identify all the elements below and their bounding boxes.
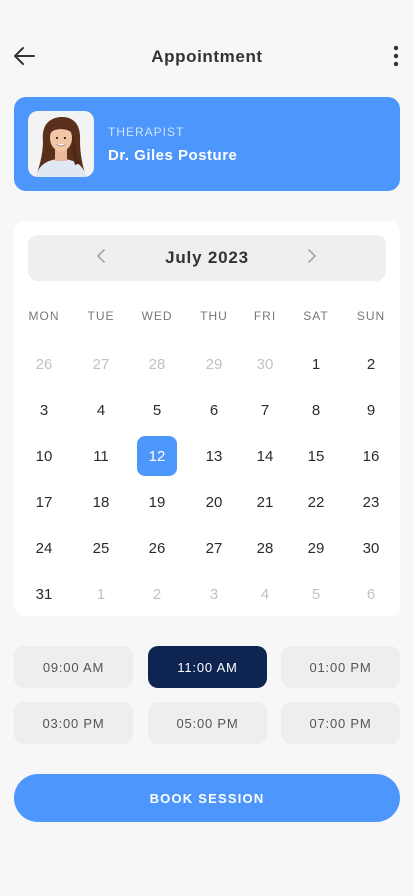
calendar-day[interactable]: 4 <box>245 574 285 614</box>
weekday-label: TUE <box>87 309 115 323</box>
time-slot[interactable]: 07:00 PM <box>281 702 400 744</box>
calendar-day[interactable]: 9 <box>351 390 391 430</box>
calendar-day[interactable]: 29 <box>194 344 234 384</box>
calendar-day[interactable]: 31 <box>24 574 64 614</box>
calendar-day-selected[interactable]: 12 <box>137 436 177 476</box>
calendar-day[interactable]: 6 <box>194 390 234 430</box>
calendar-day[interactable]: 1 <box>296 344 336 384</box>
calendar-week: 10 11 12 13 14 15 16 <box>14 436 400 476</box>
calendar-day[interactable]: 30 <box>245 344 285 384</box>
calendar-day[interactable]: 5 <box>137 390 177 430</box>
calendar-day[interactable]: 25 <box>81 528 121 568</box>
calendar-day[interactable]: 27 <box>194 528 234 568</box>
calendar-day[interactable]: 18 <box>81 482 121 522</box>
calendar-day[interactable]: 20 <box>194 482 234 522</box>
calendar-day[interactable]: 19 <box>137 482 177 522</box>
calendar-day[interactable]: 27 <box>81 344 121 384</box>
weekday-header: MON TUE WED THU FRI SAT SUN <box>14 309 400 329</box>
calendar-day[interactable]: 6 <box>351 574 391 614</box>
calendar-day[interactable]: 3 <box>194 574 234 614</box>
calendar-day[interactable]: 16 <box>351 436 391 476</box>
month-label: July 2023 <box>165 248 249 267</box>
calendar-day[interactable]: 29 <box>296 528 336 568</box>
calendar-day[interactable]: 15 <box>296 436 336 476</box>
time-slot[interactable]: 01:00 PM <box>281 646 400 688</box>
vertical-dots-icon <box>393 45 399 72</box>
more-options-button[interactable] <box>384 42 408 74</box>
calendar-day[interactable]: 1 <box>81 574 121 614</box>
weekday-label: SUN <box>356 309 386 323</box>
calendar-day[interactable]: 10 <box>24 436 64 476</box>
calendar-day[interactable]: 24 <box>24 528 64 568</box>
calendar-week: 17 18 19 20 21 22 23 <box>14 482 400 522</box>
calendar-day[interactable]: 2 <box>137 574 177 614</box>
time-slot[interactable]: 03:00 PM <box>14 702 133 744</box>
calendar-day[interactable]: 3 <box>24 390 64 430</box>
calendar-day[interactable]: 11 <box>81 436 121 476</box>
weekday-label: FRI <box>253 309 277 323</box>
weekday-label: WED <box>141 309 173 323</box>
calendar-day[interactable]: 26 <box>137 528 177 568</box>
therapist-role-label: THERAPIST <box>108 125 185 139</box>
calendar-day[interactable]: 30 <box>351 528 391 568</box>
calendar-week: 24 25 26 27 28 29 30 <box>14 528 400 568</box>
calendar-day[interactable]: 5 <box>296 574 336 614</box>
calendar-day[interactable]: 28 <box>137 344 177 384</box>
calendar-day[interactable]: 7 <box>245 390 285 430</box>
weekday-label: THU <box>200 309 228 323</box>
calendar-day[interactable]: 28 <box>245 528 285 568</box>
calendar-day[interactable]: 2 <box>351 344 391 384</box>
calendar-day[interactable]: 8 <box>296 390 336 430</box>
therapist-name: Dr. Giles Posture <box>108 147 238 164</box>
page-title: Appointment <box>151 47 263 66</box>
calendar-week: 3 4 5 6 7 8 9 <box>14 390 400 430</box>
therapist-card[interactable]: THERAPIST Dr. Giles Posture <box>14 97 400 191</box>
next-month-button[interactable] <box>298 244 326 272</box>
weekday-label: SAT <box>303 309 329 323</box>
calendar-day[interactable]: 13 <box>194 436 234 476</box>
calendar-week: 26 27 28 29 30 1 2 <box>14 344 400 384</box>
avatar <box>28 111 94 177</box>
calendar-day[interactable]: 21 <box>245 482 285 522</box>
weekday-label: MON <box>28 309 60 323</box>
calendar-day[interactable]: 4 <box>81 390 121 430</box>
time-slot[interactable]: 05:00 PM <box>148 702 267 744</box>
calendar-day[interactable]: 14 <box>245 436 285 476</box>
month-selector: July 2023 <box>28 235 386 281</box>
calendar-week: 31 1 2 3 4 5 6 <box>14 574 400 614</box>
calendar-day[interactable]: 17 <box>24 482 64 522</box>
calendar-day[interactable]: 23 <box>351 482 391 522</box>
book-session-button[interactable]: BOOK SESSION <box>14 774 400 822</box>
time-slot-selected[interactable]: 11:00 AM <box>148 646 267 688</box>
time-slot[interactable]: 09:00 AM <box>14 646 133 688</box>
calendar-day[interactable]: 22 <box>296 482 336 522</box>
chevron-right-icon <box>307 248 317 269</box>
calendar-day[interactable]: 26 <box>24 344 64 384</box>
calendar: July 2023 MON TUE WED THU FRI SAT SUN 26… <box>14 221 400 616</box>
